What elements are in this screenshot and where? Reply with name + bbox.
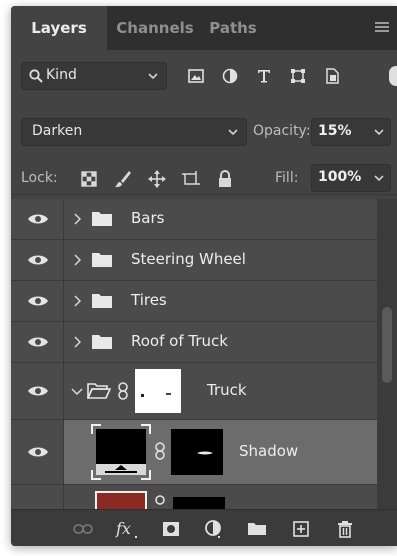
layer-thumbnail[interactable] xyxy=(95,491,147,509)
folder-icon xyxy=(92,294,112,308)
layers-panel: Layers Channels Paths Kind Darken Opacit… xyxy=(11,6,397,546)
adjustment-filter-icon[interactable] xyxy=(221,67,239,85)
layer-name: Tires xyxy=(131,291,167,309)
layer-thumbnail[interactable] xyxy=(91,424,151,480)
blend-mode-value: Darken xyxy=(32,123,83,139)
fill-label: Fill: xyxy=(275,170,299,186)
folder-icon xyxy=(92,335,112,349)
search-icon xyxy=(29,69,43,83)
filter-kind-select[interactable]: Kind xyxy=(21,62,167,90)
filter-kind-label: Kind xyxy=(46,67,77,83)
new-layer-icon[interactable] xyxy=(291,519,311,539)
scroll-thumb[interactable] xyxy=(382,307,392,383)
adjustment-layer-icon[interactable] xyxy=(203,519,223,539)
fx-icon[interactable]: fx xyxy=(115,519,139,539)
eye-icon[interactable] xyxy=(27,384,49,398)
chevron-right-icon[interactable] xyxy=(73,336,81,348)
panel-tab-bar: Layers Channels Paths xyxy=(11,6,397,50)
link-icon[interactable] xyxy=(154,495,166,509)
opacity-field[interactable]: 15% xyxy=(311,118,391,146)
layer-row-shadow[interactable]: Shadow xyxy=(11,420,377,485)
layer-row-tires[interactable]: Tires xyxy=(11,281,377,322)
layer-name: Truck xyxy=(207,381,247,399)
layer-name: Shadow xyxy=(239,442,299,460)
svg-text:fx: fx xyxy=(115,519,131,538)
link-icon[interactable] xyxy=(154,442,166,460)
new-group-icon[interactable] xyxy=(247,519,267,539)
lock-artboard-icon[interactable] xyxy=(181,169,201,189)
lock-row: Lock: Fill: 100% xyxy=(11,164,397,195)
layer-name: Steering Wheel xyxy=(131,250,246,268)
folder-open-icon xyxy=(87,383,111,399)
chevron-right-icon[interactable] xyxy=(73,254,81,266)
layer-mask-thumbnail[interactable] xyxy=(173,497,225,509)
layer-row-truck[interactable]: Truck xyxy=(11,363,377,420)
layer-mask-thumbnail[interactable] xyxy=(135,369,181,413)
opacity-value: 15% xyxy=(318,123,352,139)
filter-toggle-switch[interactable] xyxy=(389,66,397,86)
layer-mask-thumbnail[interactable] xyxy=(171,429,223,475)
tab-channels[interactable]: Channels xyxy=(115,6,195,50)
shape-filter-icon[interactable] xyxy=(289,67,307,85)
lock-all-icon[interactable] xyxy=(215,169,235,189)
panel-menu-icon[interactable] xyxy=(375,22,389,34)
layer-name: Roof of Truck xyxy=(131,332,228,350)
link-icon[interactable] xyxy=(117,382,129,400)
eye-icon[interactable] xyxy=(27,335,49,349)
type-filter-icon[interactable] xyxy=(255,67,273,85)
folder-icon xyxy=(92,253,112,267)
lock-label: Lock: xyxy=(21,170,58,186)
fill-value: 100% xyxy=(318,169,362,185)
layer-row-steering-wheel[interactable]: Steering Wheel xyxy=(11,240,377,281)
opacity-label: Opacity: xyxy=(253,123,311,139)
chevron-down-icon xyxy=(228,129,238,136)
lock-image-icon[interactable] xyxy=(113,169,133,189)
chevron-down-icon[interactable] xyxy=(374,127,384,137)
folder-icon xyxy=(92,212,112,226)
eye-icon[interactable] xyxy=(27,253,49,267)
layer-row-bars[interactable]: Bars xyxy=(11,199,377,240)
chevron-down-icon[interactable] xyxy=(71,387,83,395)
chevron-down-icon[interactable] xyxy=(374,173,384,183)
layers-list: Bars Steering Wheel Tires Roof of Truck … xyxy=(11,199,377,509)
layers-scrollbar[interactable] xyxy=(377,199,397,509)
tab-paths[interactable]: Paths xyxy=(205,6,261,50)
layer-row-roof-of-truck[interactable]: Roof of Truck xyxy=(11,322,377,363)
tab-layers[interactable]: Layers xyxy=(11,6,107,50)
eye-icon[interactable] xyxy=(27,294,49,308)
smart-object-filter-icon[interactable] xyxy=(323,67,341,85)
delete-icon[interactable] xyxy=(335,519,355,539)
link-layers-icon[interactable] xyxy=(73,519,93,539)
pixel-filter-icon[interactable] xyxy=(187,67,205,85)
eye-icon[interactable] xyxy=(27,212,49,226)
add-mask-icon[interactable] xyxy=(161,519,181,539)
lock-position-icon[interactable] xyxy=(147,169,167,189)
lock-transparent-icon[interactable] xyxy=(79,169,99,189)
filter-row: Kind xyxy=(11,58,397,92)
blend-row: Darken Opacity: 15% xyxy=(11,118,397,148)
layer-name: Bars xyxy=(131,209,165,227)
fill-field[interactable]: 100% xyxy=(311,164,391,192)
chevron-right-icon[interactable] xyxy=(73,213,81,225)
chevron-down-icon xyxy=(148,73,158,80)
bottom-toolbar: fx xyxy=(11,509,397,546)
blend-mode-select[interactable]: Darken xyxy=(21,118,247,146)
chevron-right-icon[interactable] xyxy=(73,295,81,307)
layer-row-partial[interactable] xyxy=(11,485,377,509)
eye-icon[interactable] xyxy=(27,445,49,459)
